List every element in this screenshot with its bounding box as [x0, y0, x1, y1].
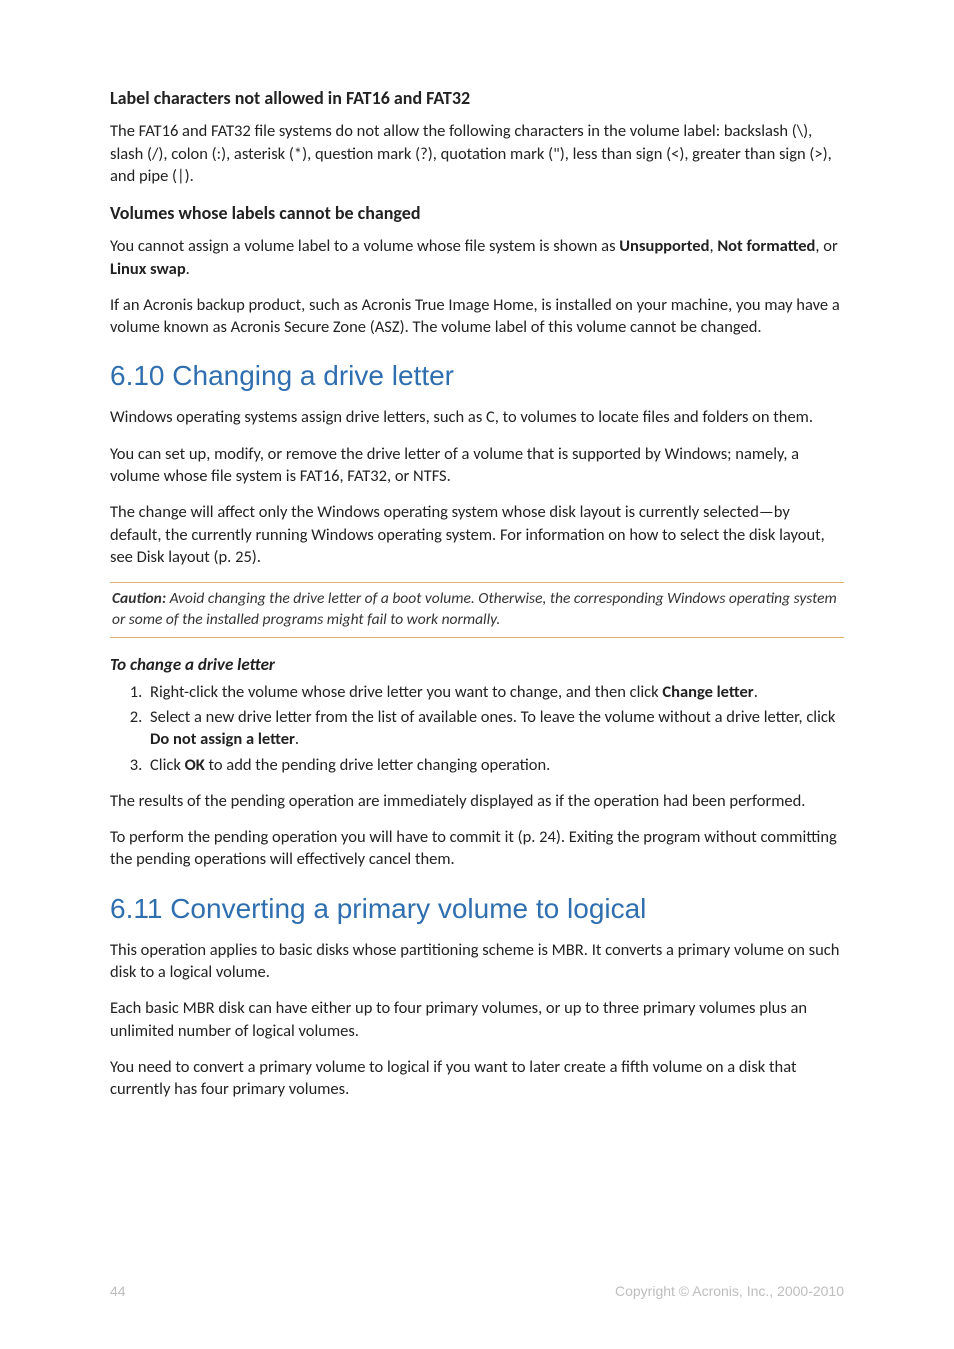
list-item: Click OK to add the pending drive letter…	[146, 754, 844, 776]
paragraph: Each basic MBR disk can have either up t…	[110, 997, 844, 1042]
paragraph: You cannot assign a volume label to a vo…	[110, 235, 844, 280]
paragraph: The change will affect only the Windows …	[110, 501, 844, 568]
document-page: Label characters not allowed in FAT16 an…	[0, 0, 954, 1349]
list-item: Select a new drive letter from the list …	[146, 706, 844, 751]
caution-label: Caution:	[112, 589, 166, 608]
heading-6-10: 6.10 Changing a drive letter	[110, 360, 844, 392]
text: Right-click the volume whose drive lette…	[150, 682, 662, 702]
text: Click	[150, 755, 185, 775]
text: .	[295, 729, 299, 749]
ui-ok: OK	[185, 755, 205, 775]
paragraph: You can set up, modify, or remove the dr…	[110, 443, 844, 488]
heading-6-11: 6.11 Converting a primary volume to logi…	[110, 893, 844, 925]
term-not-formatted: Not formatted	[717, 236, 815, 256]
text: .	[186, 259, 190, 279]
ui-do-not-assign: Do not assign a letter	[150, 729, 295, 749]
procedure-steps: Right-click the volume whose drive lette…	[110, 681, 844, 776]
term-unsupported: Unsupported	[619, 236, 709, 256]
text: .	[754, 682, 758, 702]
paragraph: The results of the pending operation are…	[110, 790, 844, 812]
copyright-text: Copyright © Acronis, Inc., 2000-2010	[615, 1283, 844, 1299]
ui-change-letter: Change letter	[662, 682, 753, 702]
paragraph: To perform the pending operation you wil…	[110, 826, 844, 871]
paragraph: You need to convert a primary volume to …	[110, 1056, 844, 1101]
list-item: Right-click the volume whose drive lette…	[146, 681, 844, 703]
paragraph: The FAT16 and FAT32 file systems do not …	[110, 120, 844, 187]
heading-fat-label-chars: Label characters not allowed in FAT16 an…	[110, 86, 844, 110]
caution-callout: Caution: Avoid changing the drive letter…	[110, 582, 844, 638]
text: You cannot assign a volume label to a vo…	[110, 236, 619, 256]
term-linux-swap: Linux swap	[110, 259, 186, 279]
text: Select a new drive letter from the list …	[150, 707, 835, 727]
page-number: 44	[110, 1283, 126, 1299]
text: , or	[815, 236, 837, 256]
procedure-heading: To change a drive letter	[110, 654, 844, 675]
page-footer: 44 Copyright © Acronis, Inc., 2000-2010	[110, 1283, 844, 1299]
paragraph: If an Acronis backup product, such as Ac…	[110, 294, 844, 339]
text: to add the pending drive letter changing…	[205, 755, 551, 775]
paragraph: This operation applies to basic disks wh…	[110, 939, 844, 984]
heading-labels-cannot-change: Volumes whose labels cannot be changed	[110, 201, 844, 225]
paragraph: Windows operating systems assign drive l…	[110, 406, 844, 428]
caution-body: Avoid changing the drive letter of a boo…	[112, 589, 837, 629]
